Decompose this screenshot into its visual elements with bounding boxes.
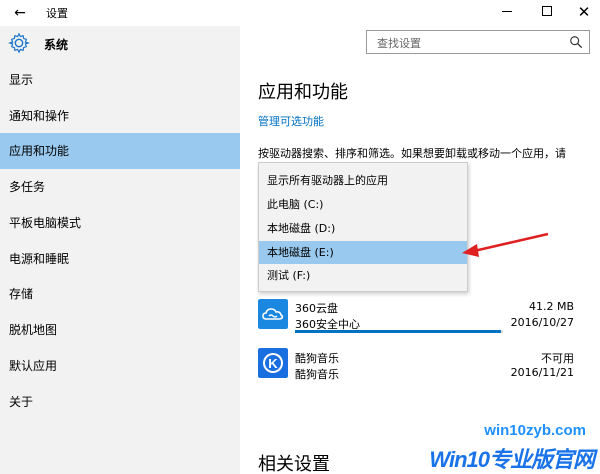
sidebar-header: 系统 [0, 26, 240, 62]
app-name: 360云盘 [295, 302, 338, 315]
sidebar-item-notifications[interactable]: 通知和操作 [0, 98, 240, 134]
app-date: 2016/11/21 [510, 366, 574, 379]
sidebar-item-offline-maps[interactable]: 脱机地图 [0, 312, 240, 348]
gear-icon [8, 32, 30, 54]
watermark: win10zyb.com Win10专业版官网 [424, 422, 600, 474]
minimize-icon[interactable] [502, 11, 512, 12]
sidebar-item-storage[interactable]: 存储 [0, 276, 240, 312]
window-title: 设置 [46, 7, 68, 20]
app-progress-bar [295, 330, 503, 333]
svg-text:K: K [268, 356, 278, 371]
dropdown-option-drive-f[interactable]: 测试 (F:) [259, 264, 467, 287]
search-icon[interactable] [569, 35, 583, 49]
maximize-icon[interactable] [542, 6, 552, 16]
dropdown-option-drive-c[interactable]: 此电脑 (C:) [259, 193, 467, 216]
sidebar-item-display[interactable]: 显示 [0, 62, 240, 98]
close-icon[interactable]: ✕ [574, 2, 594, 22]
watermark-brand: Win10专业版官网 [429, 447, 595, 472]
watermark-url: win10zyb.com [484, 422, 586, 439]
app-progress-fill [295, 330, 501, 333]
sidebar-item-power-sleep[interactable]: 电源和睡眠 [0, 241, 240, 277]
dropdown-option-all-drives[interactable]: 显示所有驱动器上的应用 [259, 169, 467, 192]
app-size: 41.2 MB [528, 300, 574, 313]
app-name: 酷狗音乐 [295, 352, 339, 365]
app-publisher: 酷狗音乐 [295, 368, 339, 381]
drive-filter-dropdown[interactable]: 显示所有驱动器上的应用 此电脑 (C:) 本地磁盘 (D:) 本地磁盘 (E:)… [258, 162, 468, 292]
app-date: 2016/10/27 [510, 316, 574, 329]
back-arrow-icon[interactable]: ← [10, 3, 30, 23]
kugou-app-icon: K [258, 348, 288, 378]
page-title: 应用和功能 [258, 82, 348, 103]
title-bar: ← 设置 ✕ [0, 0, 600, 26]
dropdown-option-drive-e[interactable]: 本地磁盘 (E:) [259, 241, 467, 264]
sidebar-header-label: 系统 [44, 38, 69, 52]
description-text: 按驱动器搜索、排序和筛选。如果想要卸载或移动一个应用，请 [258, 147, 566, 160]
dropdown-option-drive-d[interactable]: 本地磁盘 (D:) [259, 217, 467, 240]
related-settings-title: 相关设置 [258, 454, 330, 474]
app-size: 不可用 [541, 352, 574, 365]
cloud-drive-app-icon [258, 299, 288, 329]
sidebar-item-about[interactable]: 关于 [0, 384, 240, 420]
sidebar-item-tablet-mode[interactable]: 平板电脑模式 [0, 205, 240, 241]
search-input[interactable]: 查找设置 [366, 30, 590, 54]
manage-optional-features-link[interactable]: 管理可选功能 [258, 113, 324, 129]
sidebar-item-apps-features[interactable]: 应用和功能 [0, 133, 240, 169]
sidebar-item-default-apps[interactable]: 默认应用 [0, 348, 240, 384]
annotation-arrow-icon [462, 232, 549, 257]
search-placeholder: 查找设置 [377, 37, 421, 50]
sidebar-item-multitasking[interactable]: 多任务 [0, 169, 240, 205]
sidebar: 系统 显示 通知和操作 应用和功能 多任务 平板电脑模式 电源和睡眠 存储 脱机… [0, 26, 240, 474]
